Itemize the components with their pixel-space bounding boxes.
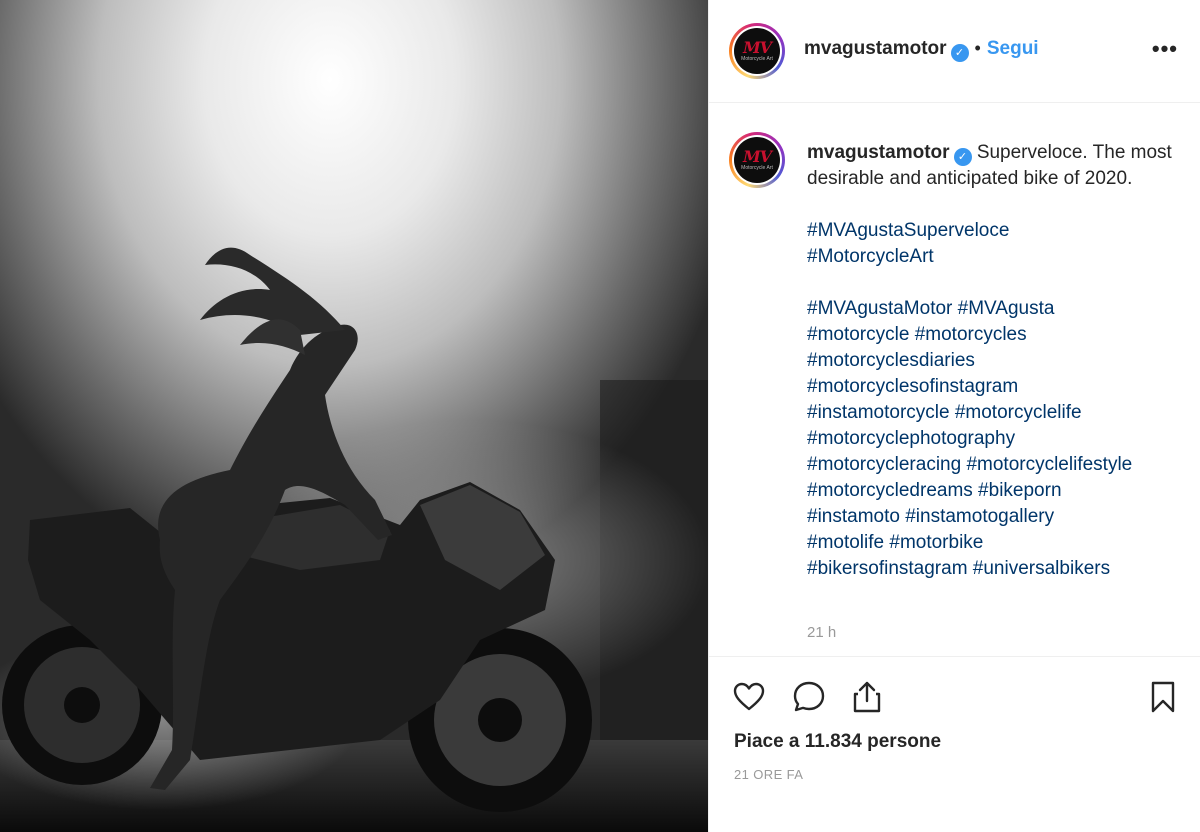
hashtag-line[interactable]: #bikersofinstagram #universalbikers (807, 556, 1182, 582)
hashtag-line[interactable]: #motorcyclephotography (807, 426, 1182, 452)
likes-count[interactable]: Piace a 11.834 persone (734, 731, 941, 753)
follow-button[interactable]: Segui (987, 38, 1039, 59)
hashtag-line[interactable]: #motolife #motorbike (807, 530, 1182, 556)
author-avatar[interactable]: MV Motorcycle Art (729, 23, 785, 79)
hashtag-line[interactable]: #motorcycleracing #motorcyclelifestyle (807, 452, 1182, 478)
hashtag-line[interactable]: #motorcycle #motorcycles (807, 322, 1182, 348)
verified-badge-icon: ✓ (953, 148, 972, 166)
more-options-icon[interactable]: ••• (1152, 36, 1178, 62)
hashtag-line[interactable]: #motorcyclesdiaries (807, 348, 1182, 374)
heart-icon[interactable] (731, 679, 767, 715)
share-icon[interactable] (849, 679, 885, 715)
verified-badge-icon: ✓ (950, 44, 969, 62)
mv-agusta-logo: MV Motorcycle Art (734, 137, 780, 183)
post-header: MV Motorcycle Art mvagustamotor ✓ • Segui •… (709, 0, 1200, 103)
hashtag-line[interactable]: #motorcycledreams #bikeporn (807, 478, 1182, 504)
bookmark-icon[interactable] (1145, 679, 1181, 715)
post-photo[interactable] (0, 0, 708, 832)
hashtag-line[interactable]: #instamotorcycle #motorcyclelife (807, 400, 1182, 426)
post-details-panel: MV Motorcycle Art mvagustamotor ✓ • Segui •… (709, 0, 1200, 832)
author-username[interactable]: mvagustamotor (804, 38, 947, 59)
motorcycle-silhouette-image (0, 247, 708, 832)
mv-agusta-logo: MV Motorcycle Art (734, 28, 780, 74)
post-actions: Piace a 11.834 persone 21 ORE FA (709, 656, 1200, 832)
hashtag-line[interactable]: #motorcyclesofinstagram (807, 374, 1182, 400)
caption-section: MV Motorcycle Art mvagustamotor ✓ Superve… (709, 104, 1200, 654)
hashtag-line[interactable]: #MotorcycleArt (807, 244, 1182, 270)
hashtag-line[interactable]: #instamoto #instamotogallery (807, 504, 1182, 530)
post-date[interactable]: 21 ORE FA (734, 767, 803, 782)
hashtag-group-2: #MVAgustaMotor #MVAgusta #motorcycle #mo… (807, 296, 1182, 582)
hashtag-group-1: #MVAgustaSuperveloce #MotorcycleArt (807, 218, 1182, 270)
caption-username[interactable]: mvagustamotor (807, 142, 950, 163)
header-separator: • (974, 38, 981, 58)
caption-author-avatar[interactable]: MV Motorcycle Art (729, 132, 785, 188)
caption-timestamp[interactable]: 21 h (807, 624, 836, 641)
comment-icon[interactable] (791, 679, 827, 715)
hashtag-line[interactable]: #MVAgustaMotor #MVAgusta (807, 296, 1182, 322)
caption-text: mvagustamotor ✓ Superveloce. The most des… (807, 140, 1182, 582)
hashtag-line[interactable]: #MVAgustaSuperveloce (807, 218, 1182, 244)
